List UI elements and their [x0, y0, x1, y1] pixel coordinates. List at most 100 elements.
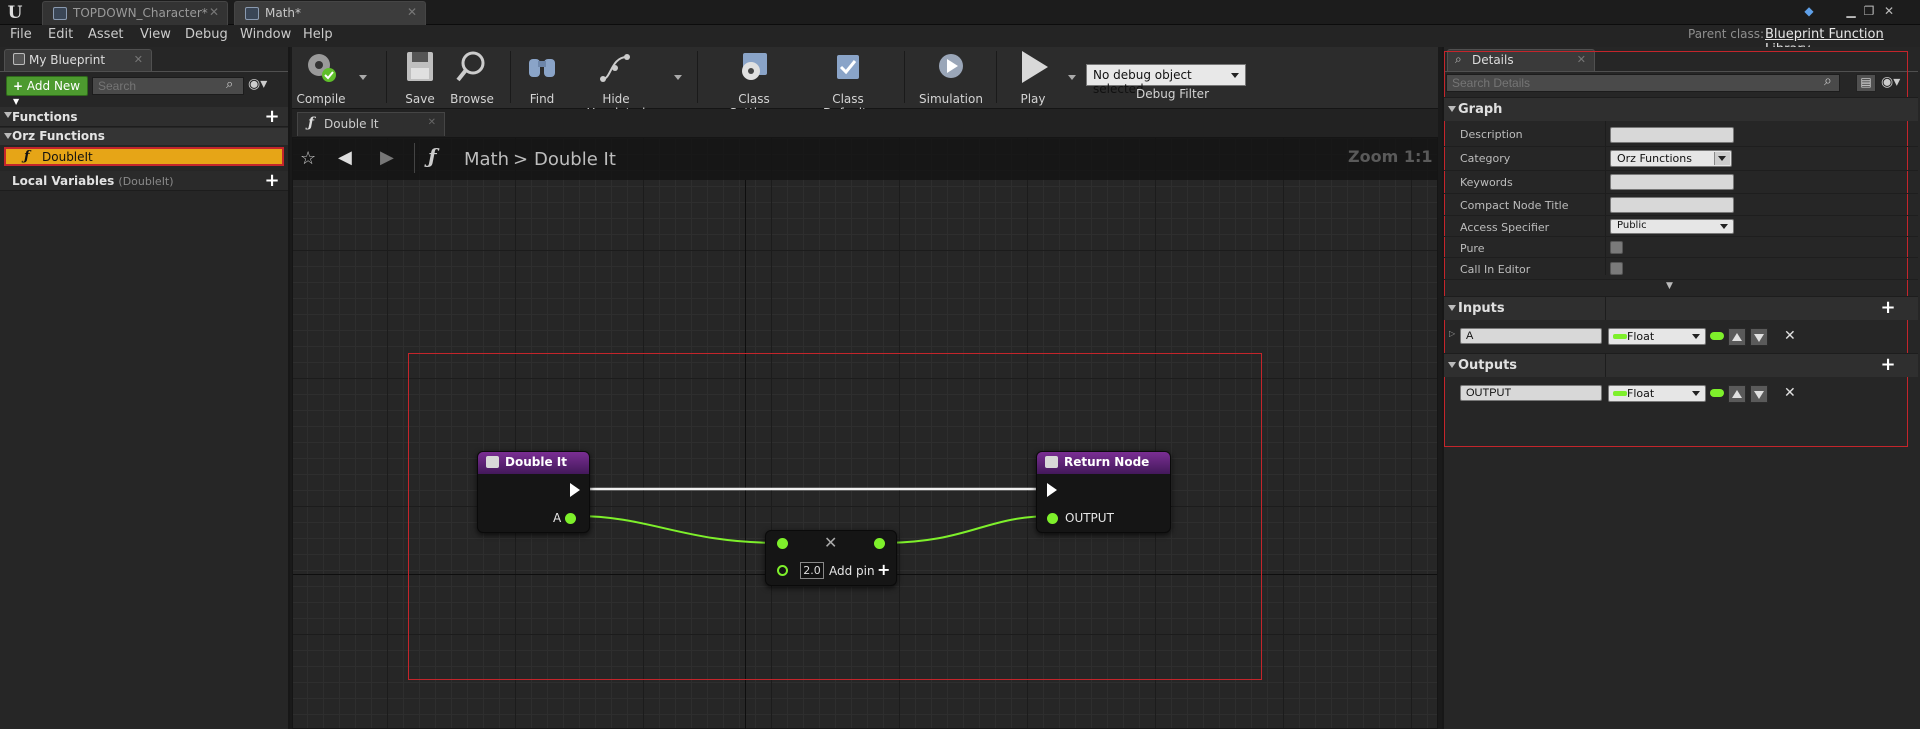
row-divider: [1444, 170, 1918, 171]
title-bar: U TOPDOWN_Character* ✕ Math* ✕ ◆ ▁ ❐ ✕: [0, 0, 1920, 25]
float-input-pin-2[interactable]: [777, 565, 788, 576]
compile-label: Compile: [296, 92, 346, 106]
add-function-plus-icon[interactable]: +: [264, 108, 280, 126]
my-blueprint-panel: My Blueprint ✕ + Add New ▼ ⌕ ◉▾ Function…: [0, 47, 290, 729]
add-pin-label[interactable]: Add pin: [829, 564, 875, 578]
play-options-chevron-icon[interactable]: [1068, 75, 1076, 80]
float-input-pin-output[interactable]: [1047, 513, 1058, 524]
divider: [0, 71, 288, 72]
simulation-gear-play-icon: [939, 54, 963, 78]
multiply-float-node[interactable]: ✕ 2.0 Add pin +: [765, 530, 897, 586]
menu-debug[interactable]: Debug: [185, 27, 228, 42]
menu-help[interactable]: Help: [303, 27, 333, 42]
close-icon[interactable]: ✕: [209, 5, 219, 19]
close-icon[interactable]: ✕: [134, 53, 143, 66]
float-output-pin-a[interactable]: [565, 513, 576, 524]
add-output-plus-icon[interactable]: +: [1880, 356, 1896, 374]
arrow-up-icon: [1732, 333, 1742, 341]
float-input-pin-1[interactable]: [777, 538, 788, 549]
close-window-icon[interactable]: ✕: [1880, 2, 1898, 20]
save-label: Save: [405, 92, 435, 106]
menu-view[interactable]: View: [140, 27, 171, 42]
float-pin-icon: [1710, 332, 1724, 340]
compile-options-chevron-icon[interactable]: [359, 75, 367, 80]
unreal-logo-icon: U: [7, 3, 23, 23]
compile-button[interactable]: Compile: [296, 49, 346, 106]
column-divider: [1605, 121, 1606, 275]
add-local-variable-plus-icon[interactable]: +: [264, 172, 280, 190]
graph-section-header[interactable]: Graph: [1444, 97, 1918, 121]
float-output-pin[interactable]: [874, 538, 885, 549]
inputs-section-header[interactable]: Inputs +: [1444, 296, 1918, 320]
constant-value-field[interactable]: 2.0: [800, 562, 824, 579]
menu-file[interactable]: File: [10, 27, 32, 42]
call-in-editor-checkbox[interactable]: [1610, 262, 1623, 275]
plus-icon: +: [13, 79, 24, 93]
menu-window[interactable]: Window: [240, 27, 291, 42]
close-icon[interactable]: ✕: [407, 5, 417, 19]
save-disk-icon: [407, 52, 433, 81]
find-button[interactable]: Find: [518, 49, 566, 106]
blueprint-search-input[interactable]: [92, 77, 244, 95]
add-new-button[interactable]: + Add New ▼: [6, 76, 88, 106]
input-param-type: Float: [1627, 330, 1655, 343]
move-up-button[interactable]: [1728, 385, 1746, 403]
minimize-icon[interactable]: ▁: [1842, 2, 1860, 20]
row-divider: [1444, 257, 1918, 258]
expand-param-icon[interactable]: ▷: [1449, 329, 1455, 338]
input-param-type-combo[interactable]: Float: [1608, 328, 1706, 345]
graph-tab-double-it[interactable]: ƒ Double It ✕: [297, 112, 445, 136]
simulation-button[interactable]: Simulation: [918, 49, 984, 106]
output-param-name-field[interactable]: [1460, 385, 1602, 401]
pure-checkbox[interactable]: [1610, 241, 1623, 254]
column-divider: [1605, 296, 1606, 320]
chevron-down-icon: [1231, 73, 1239, 78]
move-down-button[interactable]: [1750, 328, 1768, 346]
menu-asset[interactable]: Asset: [88, 27, 124, 42]
exec-input-pin[interactable]: [1047, 483, 1057, 497]
document-tab-math[interactable]: Math* ✕: [234, 1, 426, 25]
function-item-doubleit[interactable]: ƒ DoubleIt: [4, 147, 284, 166]
keywords-field[interactable]: [1610, 174, 1734, 190]
call-in-editor-label: Call In Editor: [1460, 263, 1531, 276]
document-tab-topdown-character[interactable]: TOPDOWN_Character* ✕: [42, 1, 228, 25]
outputs-section-header[interactable]: Outputs +: [1444, 353, 1918, 377]
output-param-type-combo[interactable]: Float: [1608, 385, 1706, 402]
debug-object-select[interactable]: No debug object selected: [1086, 64, 1246, 96]
find-label: Find: [529, 92, 555, 106]
close-icon[interactable]: ✕: [428, 117, 436, 128]
move-up-button[interactable]: [1728, 328, 1746, 346]
move-down-button[interactable]: [1750, 385, 1768, 403]
functions-section-header[interactable]: Functions +: [0, 107, 288, 127]
play-button[interactable]: Play: [1008, 49, 1058, 106]
hide-unrelated-options-chevron-icon[interactable]: [674, 75, 682, 80]
my-blueprint-tab[interactable]: My Blueprint ✕: [4, 49, 152, 71]
menu-edit[interactable]: Edit: [48, 27, 73, 42]
expand-advanced-icon[interactable]: ▼: [1666, 281, 1673, 291]
collapse-icon: [1448, 362, 1456, 368]
remove-input-icon[interactable]: ✕: [1784, 328, 1796, 344]
input-param-name-field[interactable]: [1460, 328, 1602, 344]
restore-icon[interactable]: ❐: [1860, 2, 1878, 20]
chevron-down-icon: ▼: [13, 97, 20, 106]
function-entry-node[interactable]: Double It A: [477, 451, 590, 533]
notification-icon[interactable]: ◆: [1800, 2, 1818, 20]
exec-output-pin[interactable]: [570, 483, 580, 497]
category-row[interactable]: Orz Functions: [0, 128, 288, 145]
remove-output-icon[interactable]: ✕: [1784, 385, 1796, 401]
save-button[interactable]: Save: [396, 49, 444, 106]
play-label: Play: [1020, 92, 1046, 106]
pin-label-output: OUTPUT: [1065, 511, 1114, 525]
compact-node-title-field[interactable]: [1610, 197, 1734, 213]
return-node[interactable]: Return Node OUTPUT: [1036, 451, 1171, 533]
view-options-eye-icon[interactable]: ◉▾: [248, 76, 267, 92]
add-pin-plus-icon[interactable]: +: [877, 560, 890, 579]
inputs-section-label: Inputs: [1458, 301, 1505, 316]
add-input-plus-icon[interactable]: +: [1880, 299, 1896, 317]
local-variables-header[interactable]: Local Variables (DoubleIt) +: [0, 171, 288, 191]
category-combo[interactable]: Orz Functions: [1610, 150, 1732, 167]
access-specifier-combo[interactable]: Public: [1610, 219, 1734, 234]
toolbar-separator: [904, 51, 905, 103]
description-field[interactable]: [1610, 127, 1734, 143]
browse-button[interactable]: Browse: [446, 49, 498, 106]
